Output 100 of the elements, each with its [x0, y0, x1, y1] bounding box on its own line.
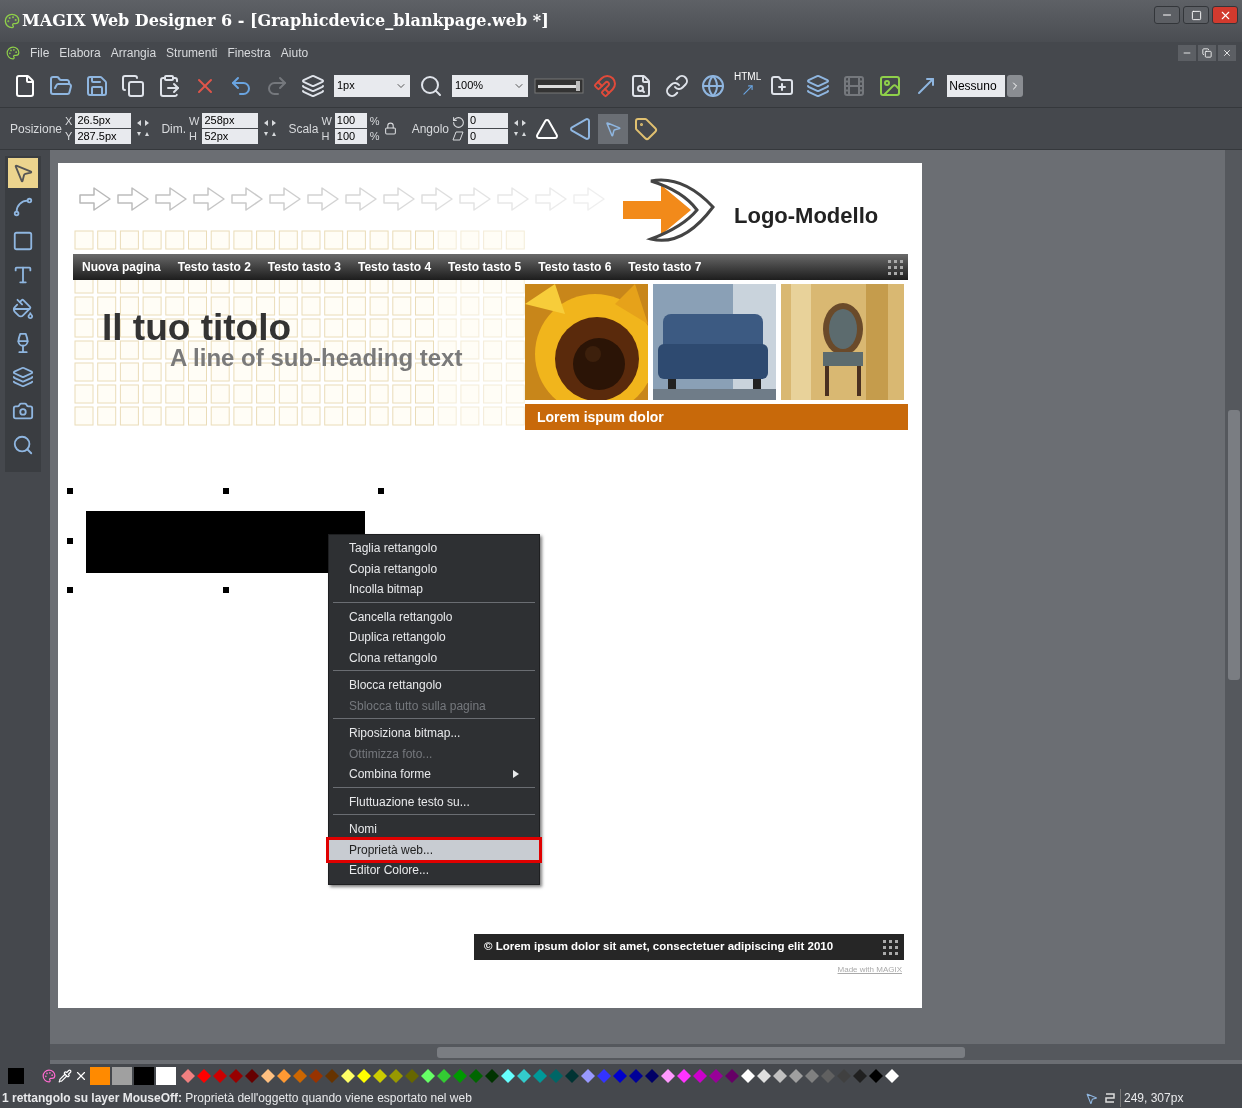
menu-item[interactable]: Arrangia: [110, 44, 157, 62]
color-diamond[interactable]: [564, 1068, 580, 1084]
color-diamond[interactable]: [484, 1068, 500, 1084]
scale-width-field[interactable]: 100: [334, 113, 367, 128]
nav-link[interactable]: Nuova pagina: [82, 258, 161, 276]
no-color-icon[interactable]: [74, 1069, 88, 1083]
copy-icon[interactable]: [121, 73, 145, 98]
color-diamond[interactable]: [500, 1068, 516, 1084]
color-swatch[interactable]: [8, 1068, 24, 1084]
color-diamond[interactable]: [644, 1068, 660, 1084]
color-diamond[interactable]: [820, 1068, 836, 1084]
color-diamond[interactable]: [356, 1068, 372, 1084]
selection-handle[interactable]: [67, 587, 73, 593]
color-diamond[interactable]: [244, 1068, 260, 1084]
color-diamond[interactable]: [628, 1068, 644, 1084]
color-diamond[interactable]: [868, 1068, 884, 1084]
menu-item[interactable]: Riposiziona bitmap...: [333, 723, 535, 744]
menu-item[interactable]: Cancella rettangolo: [333, 606, 535, 627]
color-swatch[interactable]: [156, 1067, 176, 1085]
layers-icon[interactable]: [301, 73, 325, 98]
color-diamond[interactable]: [516, 1068, 532, 1084]
menu-item[interactable]: Clona rettangolo: [333, 647, 535, 668]
flip-icon[interactable]: [568, 116, 592, 141]
pointer-tool-button[interactable]: [8, 158, 38, 188]
globe-icon[interactable]: [701, 73, 725, 98]
zoom-dropdown[interactable]: 100%: [452, 74, 528, 97]
selection-handle[interactable]: [223, 587, 229, 593]
color-diamond[interactable]: [804, 1068, 820, 1084]
nav-link[interactable]: Testo tasto 6: [538, 258, 612, 276]
color-diamond[interactable]: [788, 1068, 804, 1084]
menu-item[interactable]: Incolla bitmap: [333, 579, 535, 600]
selection-handle[interactable]: [67, 488, 73, 494]
color-diamond[interactable]: [452, 1068, 468, 1084]
layers-icon[interactable]: [806, 73, 831, 98]
scrollbar-thumb[interactable]: [1227, 410, 1240, 680]
new-file-icon[interactable]: [13, 73, 37, 98]
line-width-dropdown[interactable]: 1px: [334, 74, 410, 97]
vertical-scrollbar[interactable]: [1225, 150, 1242, 1044]
menu-item[interactable]: Proprietà web...: [329, 839, 539, 860]
play-button[interactable]: [1007, 74, 1024, 97]
nav-link[interactable]: Testo tasto 5: [448, 258, 522, 276]
color-diamond[interactable]: [596, 1068, 612, 1084]
color-picker-icon[interactable]: [42, 1069, 56, 1083]
menu-item[interactable]: Blocca rettangolo: [333, 675, 535, 696]
color-diamond[interactable]: [292, 1068, 308, 1084]
menu-item[interactable]: Taglia rettangolo: [333, 538, 535, 559]
flip-icon[interactable]: [535, 116, 559, 141]
color-diamond[interactable]: [420, 1068, 436, 1084]
nav-link[interactable]: Testo tasto 2: [177, 258, 251, 276]
scale-height-field[interactable]: 100: [334, 129, 367, 144]
color-diamond[interactable]: [884, 1068, 900, 1084]
color-diamond[interactable]: [228, 1068, 244, 1084]
scrollbar-thumb[interactable]: [437, 1046, 965, 1058]
selection-handle[interactable]: [378, 488, 384, 494]
eyedropper-icon[interactable]: [58, 1069, 72, 1083]
width-field[interactable]: 258px: [202, 113, 259, 128]
color-diamond[interactable]: [580, 1068, 596, 1084]
menu-item[interactable]: Strumenti: [166, 44, 218, 62]
menu-item[interactable]: Duplica rettangolo: [333, 627, 535, 648]
color-diamond[interactable]: [468, 1068, 484, 1084]
menu-item[interactable]: Finestra: [227, 44, 271, 62]
color-diamond[interactable]: [612, 1068, 628, 1084]
color-diamond[interactable]: [692, 1068, 708, 1084]
menu-item[interactable]: File: [30, 44, 50, 62]
color-diamond[interactable]: [548, 1068, 564, 1084]
fill-preset-field[interactable]: Nessuno: [947, 74, 1006, 97]
nav-link[interactable]: Testo tasto 3: [267, 258, 341, 276]
color-diamond[interactable]: [260, 1068, 276, 1084]
color-diamond[interactable]: [372, 1068, 388, 1084]
save-icon[interactable]: [85, 73, 109, 98]
color-diamond[interactable]: [756, 1068, 772, 1084]
color-diamond[interactable]: [836, 1068, 852, 1084]
pointer-button[interactable]: [598, 113, 628, 144]
color-swatch[interactable]: [90, 1067, 110, 1085]
menu-item[interactable]: Nomi: [333, 819, 535, 840]
film-icon[interactable]: [842, 73, 867, 98]
folder-icon[interactable]: [49, 73, 73, 98]
minimize-button[interactable]: [1178, 45, 1196, 61]
zoom-icon[interactable]: [419, 73, 443, 98]
menu-item[interactable]: Copia rettangolo: [333, 558, 535, 579]
maximize-button[interactable]: [1183, 6, 1209, 24]
color-diamond[interactable]: [852, 1068, 868, 1084]
menu-item[interactable]: Editor Colore...: [333, 860, 535, 881]
magnet-icon[interactable]: [593, 73, 617, 98]
close-button[interactable]: [1212, 6, 1238, 24]
folder-icon[interactable]: [770, 73, 795, 98]
restore-button[interactable]: [1198, 45, 1216, 61]
menu-item[interactable]: Combina forme: [333, 764, 535, 785]
link-icon[interactable]: [665, 73, 689, 98]
color-diamond[interactable]: [180, 1068, 196, 1084]
minimize-button[interactable]: [1154, 6, 1180, 24]
nav-link[interactable]: Testo tasto 7: [628, 258, 702, 276]
tag-icon[interactable]: [634, 116, 658, 141]
color-diamond[interactable]: [772, 1068, 788, 1084]
color-swatch[interactable]: [112, 1067, 132, 1085]
horizontal-scrollbar[interactable]: [50, 1044, 1242, 1060]
color-diamond[interactable]: [276, 1068, 292, 1084]
html-label[interactable]: HTML: [734, 70, 762, 83]
color-diamond[interactable]: [324, 1068, 340, 1084]
menu-item[interactable]: Fluttuazione testo su...: [333, 791, 535, 812]
